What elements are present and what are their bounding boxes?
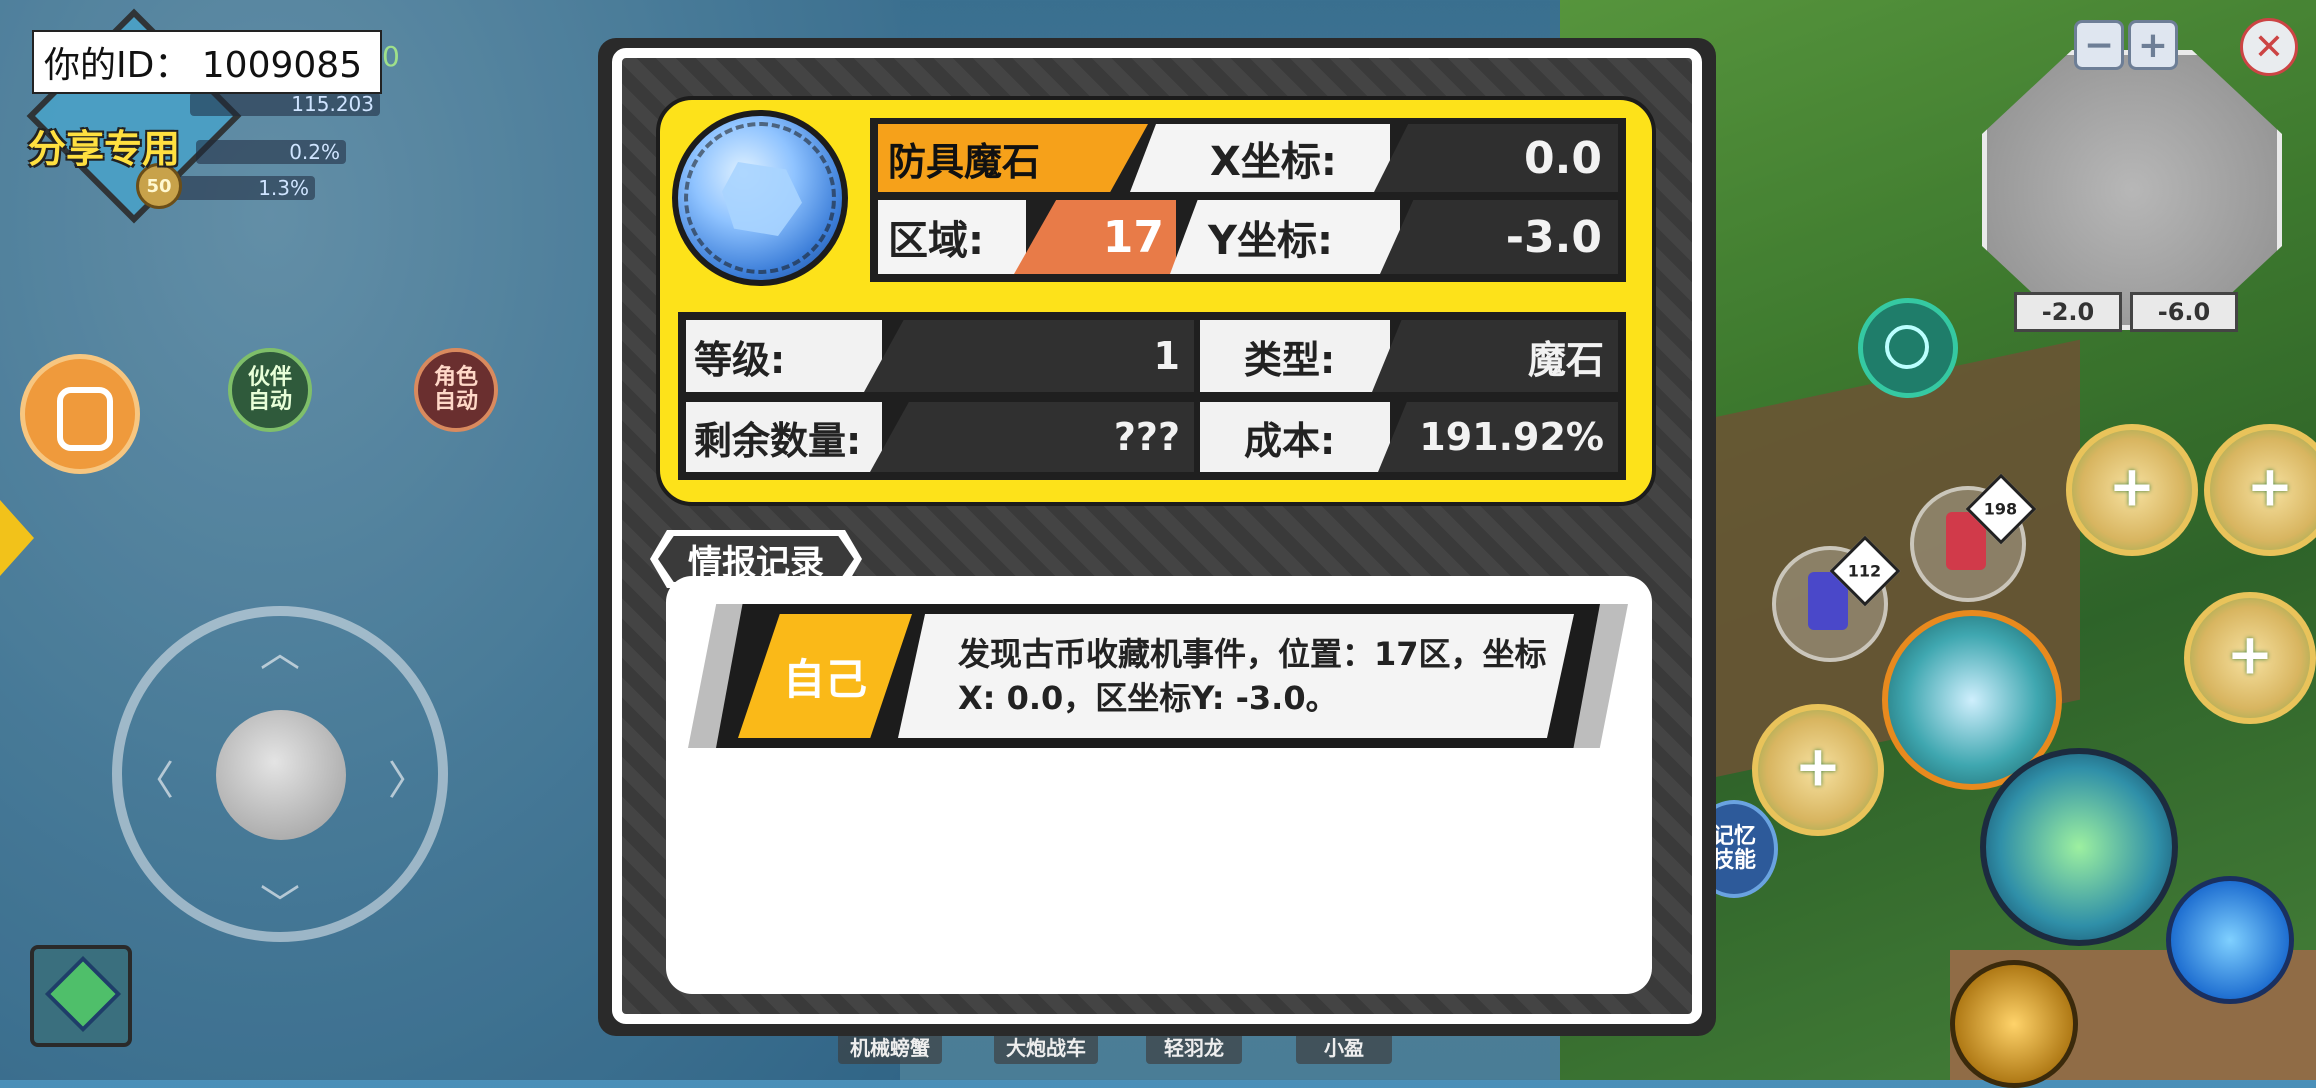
cost-value: 191.92% xyxy=(1378,402,1618,472)
region-label: 区域: xyxy=(878,200,1026,274)
zoom-out-button[interactable]: − xyxy=(2074,20,2124,70)
sprint-skill[interactable] xyxy=(1950,960,2078,1088)
y-coord-label: Y坐标: xyxy=(1170,200,1400,274)
close-icon[interactable]: ✕ xyxy=(2240,18,2298,76)
partner-auto-button[interactable]: 伙伴 自动 xyxy=(228,348,312,432)
x-coord-label: X坐标: xyxy=(1130,124,1390,192)
minimap-coord-x: -2.0 xyxy=(2014,292,2122,332)
role-auto-button[interactable]: 角色 自动 xyxy=(414,348,498,432)
stat-bar-2: 1.3% xyxy=(170,176,315,200)
heal-skill-3[interactable] xyxy=(2184,592,2316,724)
level-label: 等级: xyxy=(686,320,882,392)
share-only-label: 分享专用 xyxy=(28,127,181,171)
aim-scope-button[interactable] xyxy=(1858,298,1958,398)
type-label: 类型: xyxy=(1200,320,1390,392)
backpack-button[interactable] xyxy=(20,354,140,474)
zoom-in-button[interactable]: + xyxy=(2128,20,2178,70)
joystick-right-icon: 〉 xyxy=(388,758,428,804)
joystick-left-icon: 〈 xyxy=(134,758,174,804)
x-coord-value: 0.0 xyxy=(1374,124,1618,192)
corner-number: 0 xyxy=(382,40,400,73)
remaining-label: 剩余数量: xyxy=(686,402,882,472)
player-id-label: 你的ID： 1009085 xyxy=(32,30,382,94)
cost-label: 成本: xyxy=(1200,402,1390,472)
dash-skill[interactable] xyxy=(2166,876,2294,1004)
ultimate-skill[interactable] xyxy=(1980,748,2178,946)
log-entry-text: 发现古币收藏机事件，位置：17区，坐标X: 0.0，区坐标Y: -3.0。 xyxy=(958,635,1547,717)
joystick-up-icon: ︿ xyxy=(260,630,300,676)
log-entry-text-box: 发现古币收藏机事件，位置：17区，坐标X: 0.0，区坐标Y: -3.0。 xyxy=(898,614,1574,738)
map-layer-button[interactable] xyxy=(30,945,132,1047)
heal-skill-4[interactable] xyxy=(1752,704,1884,836)
heal-skill-1[interactable] xyxy=(2066,424,2198,556)
item-name: 防具魔石 xyxy=(878,124,1148,192)
level-value: 1 xyxy=(864,320,1194,392)
joystick-knob[interactable] xyxy=(216,710,346,840)
remaining-value: ??? xyxy=(870,402,1194,472)
y-coord-value: -3.0 xyxy=(1380,200,1618,274)
top-number-bar: 115.203 xyxy=(190,92,380,116)
minimap[interactable] xyxy=(1982,50,2282,330)
minimap-coord-y: -6.0 xyxy=(2130,292,2238,332)
type-value: 魔石 xyxy=(1372,320,1618,392)
stat-bar-1: 0.2% xyxy=(196,140,346,164)
joystick-down-icon: ﹀ xyxy=(260,882,300,928)
